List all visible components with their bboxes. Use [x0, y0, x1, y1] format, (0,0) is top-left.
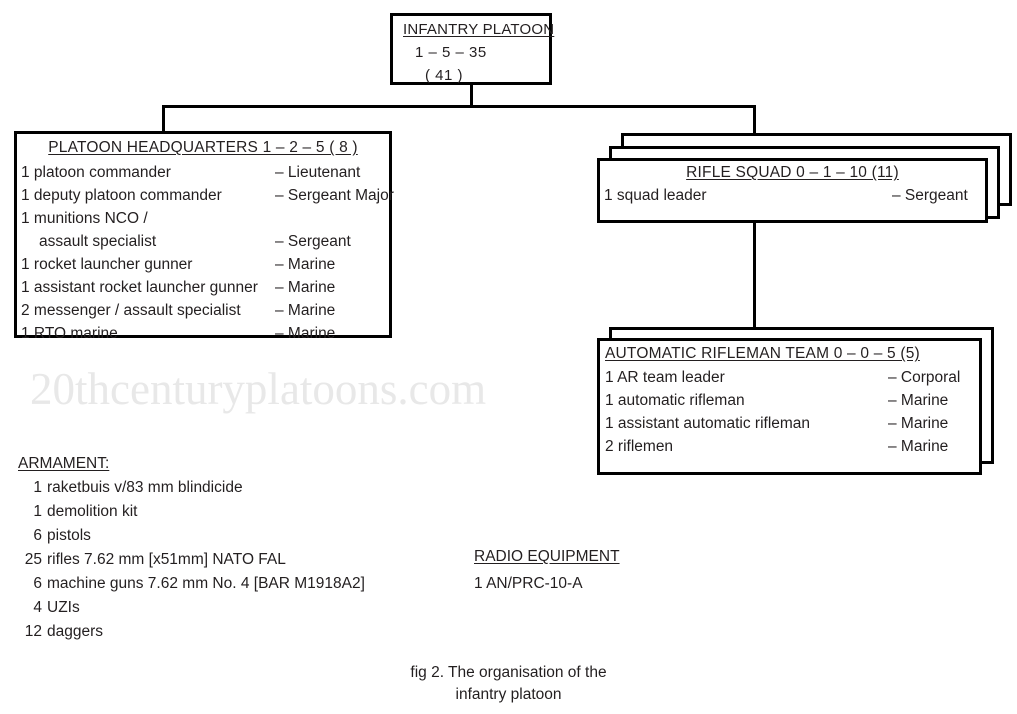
- armament-item: 6 pistols: [18, 527, 365, 551]
- infantry-platoon-box: INFANTRY PLATOON 1 – 5 – 35 ( 41 ): [390, 13, 555, 85]
- org-chart-figure: 20thcenturyplatoons.com INFANTRY PLATOON…: [0, 0, 1017, 714]
- roster-row: 2 riflemen – Marine: [600, 438, 979, 461]
- armament-item: 1 raketbuis v/83 mm blindicide: [18, 479, 365, 503]
- roster-row: 1 RTO marine – Marine: [17, 325, 389, 348]
- armament-item: 1 demolition kit: [18, 503, 365, 527]
- roster-role: 1 RTO marine: [21, 325, 118, 342]
- roster-role: 2 riflemen: [605, 438, 674, 455]
- automatic-rifleman-team-box: AUTOMATIC RIFLEMAN TEAM 0 – 0 – 5 (5) 1 …: [597, 338, 982, 475]
- armament-qty: 6: [33, 575, 42, 592]
- armament-text: daggers: [47, 623, 104, 640]
- roster-role: 1 deputy platoon commander: [21, 187, 222, 204]
- automatic-rifleman-team-title: AUTOMATIC RIFLEMAN TEAM 0 – 0 – 5 (5): [605, 345, 920, 362]
- roster-row: 1 squad leader – Sergeant: [600, 187, 985, 209]
- connector-drop-to-hq: [162, 105, 165, 133]
- armament-qty: 6: [33, 527, 42, 544]
- roster-rank: – Sergeant: [275, 233, 351, 250]
- roster-role: 1 assistant rocket launcher gunner: [21, 279, 258, 296]
- infantry-platoon-title: INFANTRY PLATOON: [403, 21, 555, 38]
- roster-row: 2 messenger / assault specialist – Marin…: [17, 302, 389, 325]
- connector-rifle-squad-to-ar-team: [753, 220, 756, 330]
- roster-rank: – Lieutenant: [275, 164, 361, 181]
- armament-qty: 25: [24, 551, 42, 568]
- platoon-headquarters-box: PLATOON HEADQUARTERS 1 – 2 – 5 ( 8 ) 1 p…: [14, 131, 394, 342]
- platoon-headquarters-roster: 1 platoon commander – Lieutenant 1 deput…: [17, 164, 394, 348]
- roster-role: 1 automatic rifleman: [605, 392, 745, 409]
- armament-text: rifles 7.62 mm [x51mm] NATO FAL: [47, 551, 286, 568]
- roster-row: 1 platoon commander – Lieutenant: [17, 164, 389, 187]
- roster-rank: – Marine: [275, 279, 336, 296]
- armament-title: ARMAMENT:: [18, 455, 110, 472]
- infantry-platoon-total: ( 41 ): [425, 67, 464, 84]
- armament-item: 4 UZIs: [18, 599, 365, 623]
- roster-rank: – Corporal: [888, 369, 961, 386]
- roster-role: 1 munitions NCO /: [21, 210, 148, 227]
- roster-row: 1 assistant automatic rifleman – Marine: [600, 415, 979, 438]
- armament-text: UZIs: [47, 599, 80, 616]
- roster-row: 1 automatic rifleman – Marine: [600, 392, 979, 415]
- roster-row: assault specialist – Sergeant: [17, 233, 389, 256]
- armament-text: demolition kit: [47, 503, 138, 520]
- infantry-platoon-strength: 1 – 5 – 35: [415, 44, 487, 61]
- roster-rank: – Sergeant Major: [275, 187, 394, 204]
- roster-row: 1 rocket launcher gunner – Marine: [17, 256, 389, 279]
- roster-role: 1 AR team leader: [605, 369, 725, 386]
- roster-row: 1 assistant rocket launcher gunner – Mar…: [17, 279, 389, 302]
- armament-list: 1 raketbuis v/83 mm blindicide 1 demolit…: [18, 479, 365, 647]
- radio-equipment-section: RADIO EQUIPMENT 1 AN/PRC-10-A: [474, 548, 620, 593]
- armament-item: 6 machine guns 7.62 mm No. 4 [BAR M1918A…: [18, 575, 365, 599]
- roster-rank: – Sergeant: [892, 187, 968, 204]
- figure-caption: fig 2. The organisation of the infantry …: [0, 662, 1017, 707]
- platoon-headquarters-title: PLATOON HEADQUARTERS 1 – 2 – 5 ( 8 ): [48, 139, 358, 156]
- radio-equipment-title: RADIO EQUIPMENT: [474, 548, 620, 565]
- roster-rank: – Marine: [275, 325, 336, 342]
- site-watermark: 20thcenturyplatoons.com: [30, 364, 487, 414]
- figure-caption-line-1: fig 2. The organisation of the: [410, 664, 607, 681]
- roster-role: 2 messenger / assault specialist: [21, 302, 241, 319]
- roster-role: assault specialist: [39, 233, 157, 250]
- roster-rank: – Marine: [888, 415, 949, 432]
- roster-rank: – Marine: [888, 438, 949, 455]
- armament-section: ARMAMENT: 1 raketbuis v/83 mm blindicide…: [18, 455, 365, 647]
- rifle-squad-title: RIFLE SQUAD 0 – 1 – 10 (11): [686, 164, 899, 181]
- roster-role: 1 rocket launcher gunner: [21, 256, 193, 273]
- roster-row: 1 deputy platoon commander – Sergeant Ma…: [17, 187, 394, 210]
- armament-qty: 12: [24, 623, 42, 640]
- connector-horizontal-bus: [162, 105, 756, 108]
- figure-caption-line-2: infantry platoon: [455, 686, 562, 704]
- armament-item: 25 rifles 7.62 mm [x51mm] NATO FAL: [18, 551, 365, 575]
- armament-qty: 1: [33, 479, 42, 496]
- roster-role: 1 platoon commander: [21, 164, 171, 181]
- armament-text: machine guns 7.62 mm No. 4 [BAR M1918A2]: [47, 575, 365, 592]
- roster-role: 1 squad leader: [604, 187, 707, 204]
- armament-qty: 4: [33, 599, 42, 616]
- connector-drop-to-rifle-squad: [753, 105, 756, 135]
- rifle-squad-box: RIFLE SQUAD 0 – 1 – 10 (11) 1 squad lead…: [597, 158, 988, 223]
- automatic-rifleman-team-roster: 1 AR team leader – Corporal 1 automatic …: [600, 369, 979, 461]
- roster-role: 1 assistant automatic rifleman: [605, 415, 811, 432]
- armament-item: 12 daggers: [18, 623, 365, 647]
- roster-row: 1 munitions NCO /: [17, 210, 389, 233]
- armament-text: pistols: [47, 527, 91, 544]
- roster-rank: – Marine: [275, 256, 336, 273]
- roster-row: 1 AR team leader – Corporal: [600, 369, 979, 392]
- roster-rank: – Marine: [275, 302, 336, 319]
- radio-equipment-item: 1 AN/PRC-10-A: [474, 575, 583, 592]
- armament-qty: 1: [33, 503, 42, 520]
- armament-text: raketbuis v/83 mm blindicide: [47, 479, 243, 496]
- roster-rank: – Marine: [888, 392, 949, 409]
